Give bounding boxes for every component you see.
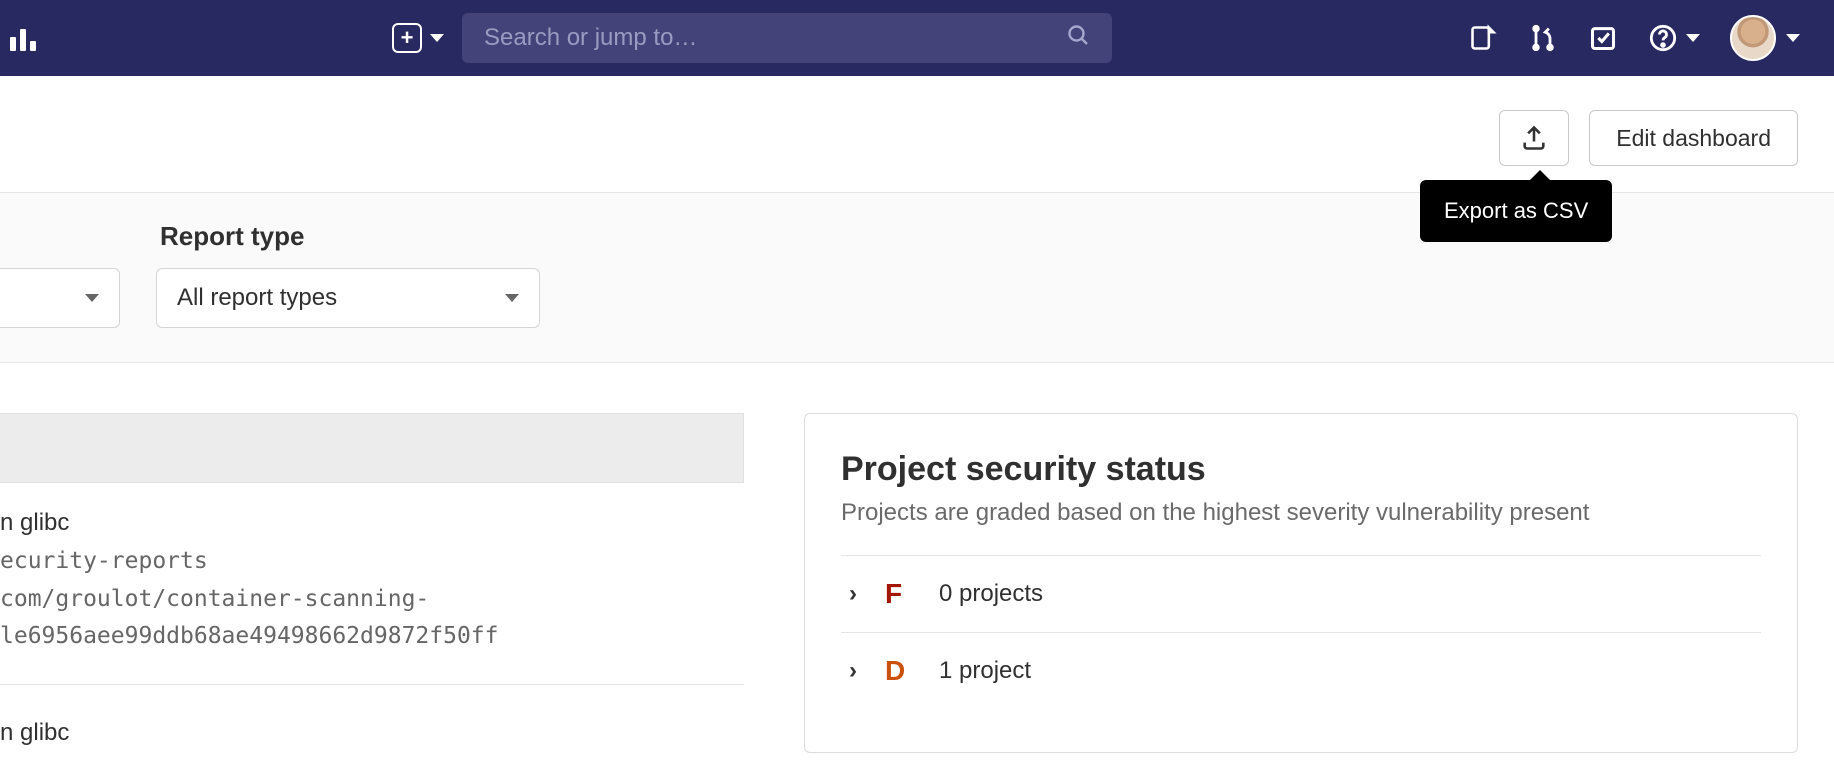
merge-requests-icon[interactable] xyxy=(1528,23,1558,53)
vulnerability-title: n glibc xyxy=(0,503,724,543)
vulnerabilities-panel: n glibc ecurity-reports com/groulot/cont… xyxy=(0,413,744,753)
avatar xyxy=(1730,15,1776,61)
todos-icon[interactable] xyxy=(1588,23,1618,53)
export-csv-button[interactable] xyxy=(1499,110,1569,166)
vulnerability-item[interactable]: n glibc xyxy=(0,684,744,753)
chevron-down-icon xyxy=(85,294,99,302)
top-nav-left xyxy=(16,25,36,51)
vulnerability-path-fragment: ecurity-reports xyxy=(0,543,724,581)
grade-count: 1 project xyxy=(939,657,1031,685)
grade-row-d[interactable]: › D 1 project xyxy=(841,632,1761,709)
project-security-status-panel: Project security status Projects are gra… xyxy=(804,413,1798,753)
report-type-select[interactable]: All report types xyxy=(156,268,540,328)
chevron-right-icon: › xyxy=(849,580,857,608)
grade-count: 0 projects xyxy=(939,580,1043,608)
search-icon xyxy=(1066,23,1090,54)
panel-subtitle: Projects are graded based on the highest… xyxy=(841,499,1761,527)
vulnerability-title: n glibc xyxy=(0,713,724,753)
edit-dashboard-label: Edit dashboard xyxy=(1616,125,1771,152)
filter-select-partial[interactable] xyxy=(0,268,120,328)
top-nav-bar: + Search or jump to… xyxy=(0,0,1834,76)
vulnerability-item[interactable]: n glibc ecurity-reports com/groulot/cont… xyxy=(0,503,744,656)
grade-letter: F xyxy=(885,578,911,610)
chevron-down-icon xyxy=(1686,34,1700,42)
chevron-right-icon: › xyxy=(849,657,857,685)
chevron-down-icon xyxy=(505,294,519,302)
grade-letter: D xyxy=(885,655,911,687)
vulnerability-path-fragment: le6956aee99ddb68ae49498662d9872f50ff xyxy=(0,618,724,656)
issues-icon[interactable] xyxy=(1468,23,1498,53)
vulnerability-path-fragment: com/groulot/container-scanning- xyxy=(0,581,724,619)
chart-logo-icon[interactable] xyxy=(10,25,36,51)
report-type-value: All report types xyxy=(177,284,337,312)
help-icon xyxy=(1648,23,1678,53)
export-tooltip-label: Export as CSV xyxy=(1444,198,1588,223)
search-placeholder: Search or jump to… xyxy=(484,24,697,52)
grade-row-f[interactable]: › F 0 projects xyxy=(841,555,1761,632)
chevron-down-icon xyxy=(430,34,444,42)
dashboard-action-bar: Edit dashboard xyxy=(0,76,1834,193)
help-dropdown[interactable] xyxy=(1648,23,1700,53)
chevron-down-icon xyxy=(1786,34,1800,42)
top-nav-right xyxy=(1468,15,1818,61)
create-new-button[interactable]: + xyxy=(392,23,444,53)
vulnerabilities-panel-header xyxy=(0,413,744,483)
global-search-input[interactable]: Search or jump to… xyxy=(462,13,1112,63)
top-nav-center: + Search or jump to… xyxy=(56,13,1448,63)
export-tooltip: Export as CSV xyxy=(1420,180,1612,242)
panel-title: Project security status xyxy=(841,450,1761,489)
edit-dashboard-button[interactable]: Edit dashboard xyxy=(1589,110,1798,166)
user-menu[interactable] xyxy=(1730,15,1800,61)
main-content: n glibc ecurity-reports com/groulot/cont… xyxy=(0,363,1834,753)
plus-icon: + xyxy=(392,23,422,53)
